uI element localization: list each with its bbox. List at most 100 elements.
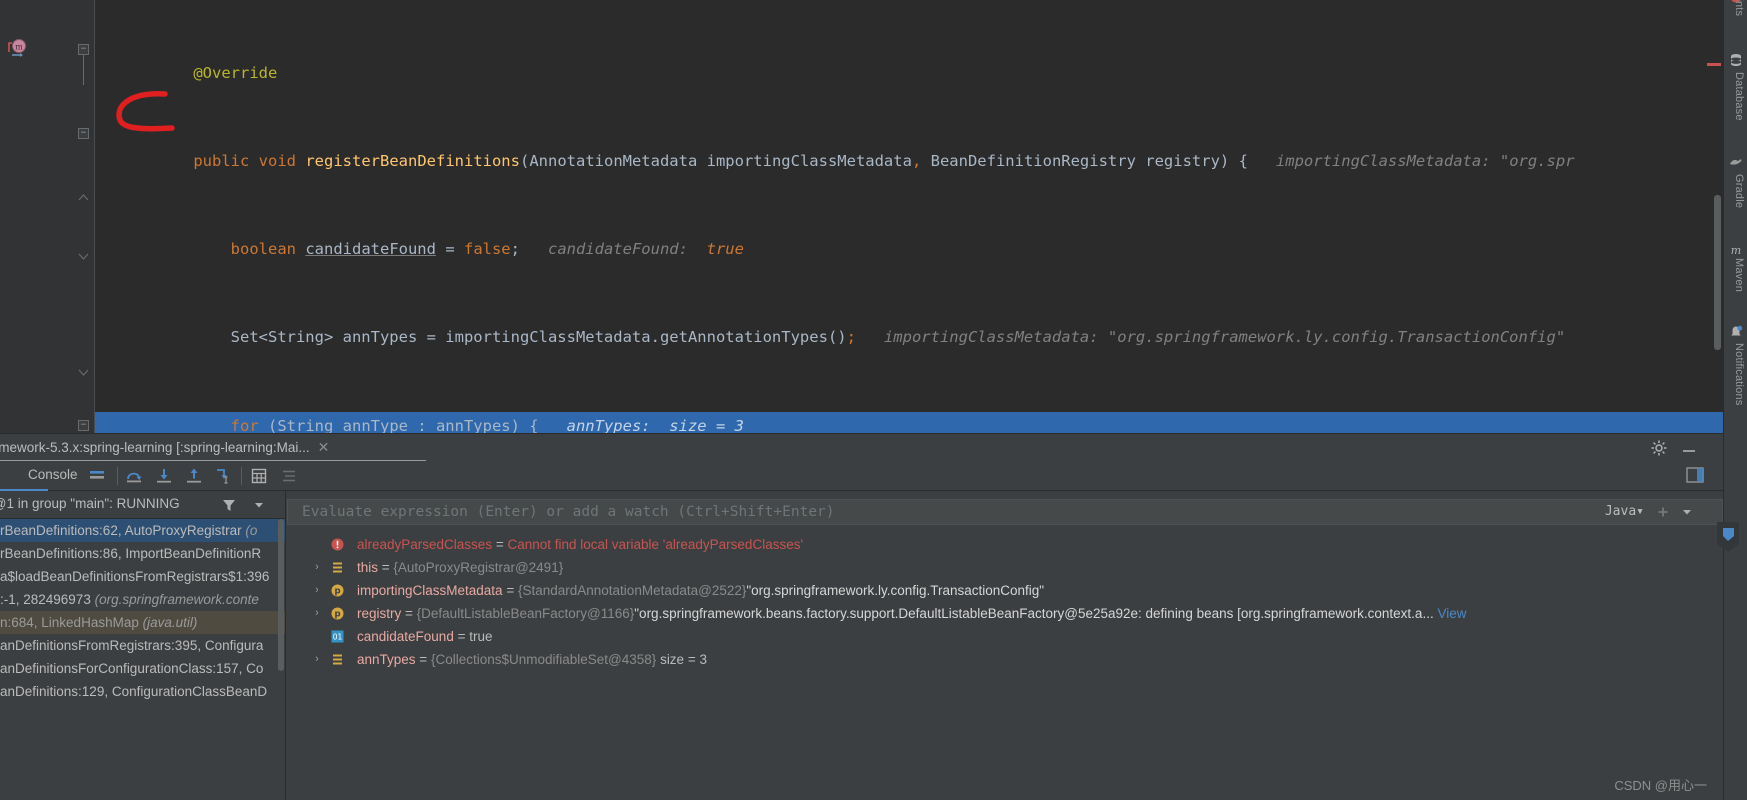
toolbar-separator-1 (117, 467, 118, 485)
expand-arrow[interactable]: › (311, 602, 323, 625)
variable-value-string: "org.springframework.beans.factory.suppo… (634, 606, 1434, 621)
right-tool-window-strip[interactable]: oints Database Gradle m Maven Notificati… (1723, 0, 1747, 800)
code-editor[interactable]: m − − − @Override public void registerBe… (0, 0, 1747, 787)
evaluate-expression-icon[interactable] (250, 467, 268, 485)
error-icon (331, 538, 344, 551)
variable-row-this[interactable]: › this = {AutoProxyRegistrar@2491} (287, 556, 1723, 579)
expand-arrow[interactable]: › (311, 556, 323, 579)
variable-equals: = (453, 629, 470, 644)
debug-toolbar[interactable]: Console (0, 461, 1723, 491)
frames-scrollbar[interactable] (278, 519, 284, 671)
frame-label: anDefinitionsForConfigurationClass:157, … (0, 661, 264, 676)
expand-arrow[interactable] (311, 625, 323, 648)
variable-value: {AutoProxyRegistrar@2491} (393, 560, 564, 575)
frame-row-2[interactable]: a$loadBeanDefinitionsFromRegistrars$1:39… (0, 565, 285, 588)
fold-marker-if-1[interactable] (78, 192, 89, 203)
variable-equals: = (401, 606, 417, 621)
toolbar-separator-2 (241, 467, 242, 485)
expand-chevron-icon[interactable] (1680, 505, 1694, 519)
this-icon (333, 562, 342, 573)
database-icon[interactable] (1729, 53, 1743, 67)
fold-marker-if-3[interactable] (78, 367, 89, 378)
watermark: CSDN @用心一 (1614, 778, 1707, 793)
fold-marker-loop[interactable]: − (78, 128, 89, 139)
frame-package: (java.util) (142, 615, 198, 630)
expand-arrow[interactable] (311, 533, 323, 556)
step-out-icon[interactable] (185, 467, 203, 485)
frame-label: rBeanDefinitions:62, AutoProxyRegistrar (0, 523, 246, 538)
fold-marker-if-2[interactable] (78, 251, 89, 262)
variable-equals: = (492, 537, 508, 552)
fold-marker-inner-if[interactable]: − (78, 420, 89, 431)
editor-fold-gutter[interactable]: − − − (33, 0, 95, 433)
frame-row-6[interactable]: anDefinitionsForConfigurationClass:157, … (0, 657, 285, 680)
strip-item-gradle[interactable]: Gradle (1725, 174, 1745, 208)
thread-selector-row[interactable]: "@1 in group "main": RUNNING (0, 491, 285, 519)
step-over-icon[interactable] (125, 467, 143, 485)
evaluate-expression-input[interactable]: Evaluate expression (Enter) or add a wat… (287, 499, 1723, 525)
minimize-icon[interactable] (1680, 439, 1698, 457)
frame-row-7[interactable]: anDefinitions:129, ConfigurationClassBea… (0, 680, 285, 703)
svg-text:m: m (1731, 244, 1741, 257)
frame-row-3[interactable]: :-1, 282496973 (org.springframework.cont… (0, 588, 285, 611)
variable-row-registry[interactable]: › p registry = {DefaultListableBeanFacto… (287, 602, 1723, 625)
run-to-cursor-icon[interactable] (214, 467, 232, 485)
code-line-2[interactable]: public void registerBeanDefinitions(Anno… (95, 147, 1747, 176)
language-label: Java (1604, 504, 1637, 519)
variables-panel[interactable]: Evaluate expression (Enter) or add a wat… (287, 499, 1723, 800)
strip-item-notifications[interactable]: Notifications (1725, 343, 1745, 406)
run-configuration-tab[interactable]: pring-framework-5.3.x:spring-learning [:… (0, 434, 339, 462)
step-into-icon[interactable] (155, 467, 173, 485)
run-configuration-tab-row[interactable]: pring-framework-5.3.x:spring-learning [:… (0, 433, 1723, 462)
editor-scrollbar[interactable] (1714, 195, 1721, 350)
close-icon[interactable]: ✕ (318, 439, 330, 455)
code-text[interactable]: @Override public void registerBeanDefini… (95, 0, 1747, 787)
layout-icon[interactable] (88, 467, 106, 485)
editor-gutter-icons[interactable]: m (0, 0, 33, 433)
ide-window: m − − − @Override public void registerBe… (0, 0, 1747, 800)
console-tab[interactable]: Console (28, 467, 78, 482)
annotation-override: @Override (193, 63, 278, 82)
frame-row-4[interactable]: n:684, LinkedHashMap (java.util) (0, 611, 285, 634)
frame-label: anDefinitions:129, ConfigurationClassBea… (0, 684, 268, 699)
view-link[interactable]: View (1437, 606, 1466, 621)
chevron-down-icon[interactable] (253, 499, 265, 511)
fold-bar (83, 55, 84, 85)
frame-row-1[interactable]: rBeanDefinitions:86, ImportBeanDefinitio… (0, 542, 285, 565)
frames-panel[interactable]: "@1 in group "main": RUNNING rBeanDefini… (0, 491, 286, 800)
filter-icon[interactable] (221, 497, 237, 513)
strip-item-maven[interactable]: Maven (1725, 258, 1745, 292)
variables-tree[interactable]: alreadyParsedClasses = Cannot find local… (287, 525, 1723, 671)
code-line-3[interactable]: boolean candidateFound = false; candidat… (95, 235, 1747, 264)
strip-item-breakpoints[interactable]: oints (1725, 0, 1745, 16)
plus-icon[interactable] (1656, 505, 1670, 519)
variable-value: {Collections$UnmodifiableSet@4358} (430, 652, 657, 667)
frame-row-5[interactable]: anDefinitionsFromRegistrars:395, Configu… (0, 634, 285, 657)
override-method-icon[interactable]: m (6, 38, 30, 62)
variable-row-candidateFound[interactable]: 01 candidateFound = true (287, 625, 1723, 648)
notifications-icon[interactable] (1729, 325, 1743, 339)
expand-arrow[interactable]: › (311, 579, 323, 602)
variable-value: {DefaultListableBeanFactory@1166} (416, 606, 635, 621)
strip-item-database[interactable]: Database (1725, 72, 1745, 121)
variable-name: annTypes (357, 652, 416, 667)
restore-layout-icon[interactable] (1685, 465, 1705, 485)
settings-list-icon[interactable] (280, 467, 298, 485)
language-selector[interactable]: Java▾ (1605, 504, 1644, 519)
gear-icon[interactable] (1650, 439, 1668, 457)
fold-marker-method[interactable]: − (78, 44, 89, 55)
variable-row-annTypes[interactable]: › annTypes = {Collections$UnmodifiableSe… (287, 648, 1723, 671)
expand-arrow[interactable]: › (311, 648, 323, 671)
variable-row-alreadyParsedClasses[interactable]: alreadyParsedClasses = Cannot find local… (287, 533, 1723, 556)
variable-value: {StandardAnnotationMetadata@2522} (517, 583, 747, 598)
svg-text:p: p (334, 610, 340, 620)
sticky-badge-icon[interactable] (1715, 520, 1741, 554)
call-stack-frames[interactable]: rBeanDefinitions:62, AutoProxyRegistrar … (0, 519, 285, 703)
maven-icon[interactable]: m (1729, 243, 1743, 257)
code-line-4[interactable]: Set<String> annTypes = importingClassMet… (95, 323, 1747, 352)
gradle-icon[interactable] (1729, 155, 1743, 169)
code-line-1[interactable]: @Override (95, 59, 1747, 88)
variable-row-importingClassMetadata[interactable]: › p importingClassMetadata = {StandardAn… (287, 579, 1723, 602)
editor-error-stripe[interactable] (1707, 63, 1721, 66)
frame-row-0[interactable]: rBeanDefinitions:62, AutoProxyRegistrar … (0, 519, 285, 542)
